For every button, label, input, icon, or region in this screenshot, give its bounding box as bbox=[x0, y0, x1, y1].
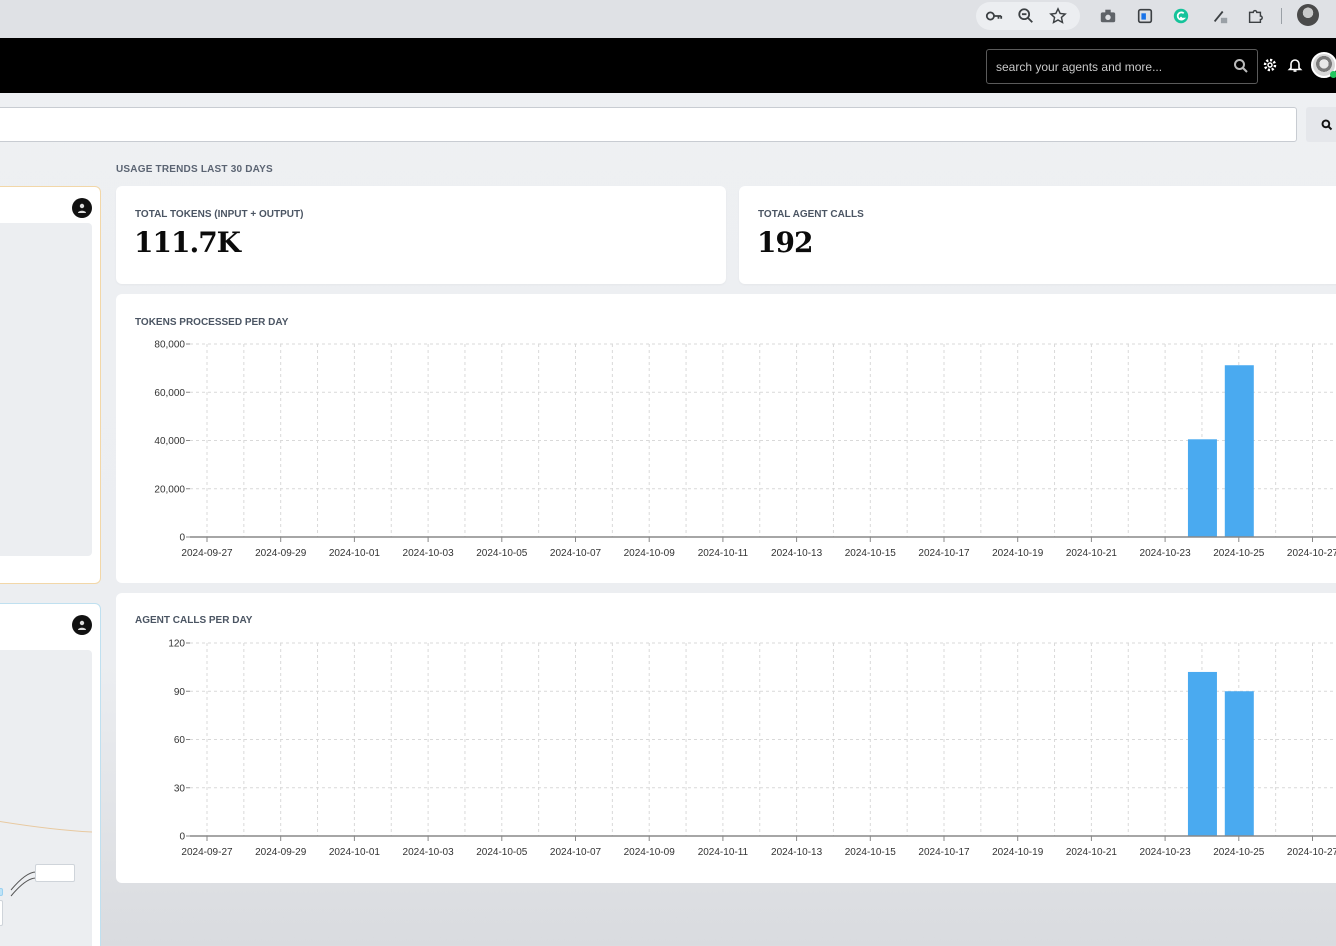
search-icon[interactable] bbox=[1233, 58, 1249, 74]
y-tick-label: 90 bbox=[174, 687, 186, 698]
agent-avatar-icon bbox=[72, 615, 92, 635]
x-tick-label: 2024-10-01 bbox=[329, 847, 381, 858]
agent-flow-preview bbox=[0, 650, 92, 946]
main-search-input[interactable] bbox=[0, 108, 1296, 141]
browser-toolbar bbox=[0, 0, 1336, 38]
y-tick-label: 60 bbox=[174, 735, 186, 746]
x-tick-label: 2024-10-15 bbox=[845, 847, 897, 858]
x-tick-label: 2024-09-29 bbox=[255, 548, 307, 559]
x-tick-label: 2024-10-13 bbox=[771, 548, 823, 559]
y-tick-label: 120 bbox=[168, 639, 185, 650]
flow-node bbox=[0, 888, 3, 896]
y-tick-label: 40,000 bbox=[154, 436, 185, 447]
calls-chart-card: AGENT CALLS PER DAY 0 30 60 90 120 2024-09-27… bbox=[116, 593, 1336, 883]
bar[interactable] bbox=[1224, 365, 1254, 537]
zoom-icon[interactable] bbox=[1016, 7, 1036, 25]
x-tick-label: 2024-10-25 bbox=[1213, 548, 1265, 559]
x-tick-label: 2024-10-03 bbox=[403, 548, 455, 559]
agent-card[interactable] bbox=[0, 603, 101, 946]
y-tick-label: 80,000 bbox=[154, 340, 185, 351]
y-tick-label: 0 bbox=[179, 533, 185, 544]
x-tick-label: 2024-10-21 bbox=[1066, 847, 1118, 858]
x-tick-label: 2024-10-11 bbox=[698, 847, 749, 858]
gear-icon[interactable] bbox=[1262, 57, 1278, 73]
main-search-bar[interactable] bbox=[0, 107, 1297, 142]
x-tick-label: 2024-10-15 bbox=[845, 548, 897, 559]
total-tokens-value: 111.7K bbox=[134, 226, 241, 259]
flow-connectors bbox=[0, 820, 92, 897]
app-header bbox=[0, 38, 1336, 93]
pen-icon[interactable] bbox=[1210, 7, 1230, 25]
agent-preview bbox=[0, 223, 92, 556]
calls-bar-chart: 0 30 60 90 120 2024-09-27 2024-09-29 2024-10-01… bbox=[168, 639, 1336, 858]
header-search-input[interactable] bbox=[996, 59, 1226, 74]
total-tokens-label: TOTAL TOKENS (INPUT + OUTPUT) bbox=[135, 209, 304, 220]
x-tick-label: 2024-10-13 bbox=[771, 847, 823, 858]
flow-node bbox=[0, 900, 3, 926]
total-tokens-card: TOTAL TOKENS (INPUT + OUTPUT) 111.7K bbox=[116, 186, 726, 284]
tokens-chart-card: TOKENS PROCESSED PER DAY 0 20,000 40,000 60… bbox=[116, 294, 1336, 583]
x-tick-label: 2024-10-19 bbox=[992, 548, 1044, 559]
total-calls-label: TOTAL AGENT CALLS bbox=[758, 209, 864, 220]
y-tick-label: 0 bbox=[179, 832, 185, 843]
x-tick-label: 2024-10-03 bbox=[403, 847, 455, 858]
tokens-bar-chart: 0 20,000 40,000 60,000 80,000 2024-09-27 2024-… bbox=[154, 340, 1336, 559]
online-status-dot bbox=[1330, 71, 1336, 78]
main-search-button[interactable] bbox=[1306, 107, 1336, 142]
extension-icon[interactable] bbox=[1135, 7, 1155, 25]
x-tick-label: 2024-10-21 bbox=[1066, 548, 1118, 559]
x-tick-label: 2024-10-07 bbox=[550, 847, 602, 858]
x-tick-label: 2024-10-09 bbox=[624, 548, 676, 559]
x-tick-label: 2024-10-19 bbox=[992, 847, 1044, 858]
camera-icon[interactable] bbox=[1098, 7, 1118, 25]
x-tick-label: 2024-10-25 bbox=[1213, 847, 1265, 858]
x-tick-label: 2024-10-11 bbox=[698, 548, 749, 559]
x-tick-label: 2024-10-17 bbox=[918, 847, 970, 858]
toolbar-divider bbox=[1281, 8, 1282, 24]
x-tick-label: 2024-10-01 bbox=[329, 548, 381, 559]
flow-node bbox=[35, 864, 75, 882]
grammarly-icon[interactable] bbox=[1171, 7, 1191, 25]
puzzle-icon[interactable] bbox=[1245, 7, 1265, 25]
x-tick-label: 2024-10-09 bbox=[624, 847, 676, 858]
y-tick-label: 20,000 bbox=[154, 484, 185, 495]
x-tick-label: 2024-10-27 bbox=[1287, 548, 1336, 559]
agent-avatar-icon bbox=[72, 198, 92, 218]
x-tick-label: 2024-09-27 bbox=[181, 847, 233, 858]
bar[interactable] bbox=[1187, 671, 1217, 836]
bell-icon[interactable] bbox=[1287, 57, 1303, 73]
x-tick-label: 2024-10-17 bbox=[918, 548, 970, 559]
x-tick-label: 2024-10-27 bbox=[1287, 847, 1336, 858]
x-tick-label: 2024-10-23 bbox=[1140, 847, 1192, 858]
bar[interactable] bbox=[1224, 691, 1254, 836]
browser-profile-avatar[interactable] bbox=[1297, 4, 1319, 26]
star-icon[interactable] bbox=[1048, 7, 1068, 25]
key-icon[interactable] bbox=[984, 7, 1004, 25]
x-tick-label: 2024-10-05 bbox=[476, 548, 528, 559]
y-tick-label: 30 bbox=[174, 783, 186, 794]
x-tick-label: 2024-10-07 bbox=[550, 548, 602, 559]
y-tick-label: 60,000 bbox=[154, 388, 185, 399]
total-calls-card: TOTAL AGENT CALLS 192 bbox=[739, 186, 1336, 284]
header-search[interactable] bbox=[986, 49, 1258, 84]
x-tick-label: 2024-09-27 bbox=[181, 548, 233, 559]
bar[interactable] bbox=[1187, 439, 1217, 537]
agent-card[interactable] bbox=[0, 186, 101, 584]
total-calls-value: 192 bbox=[757, 226, 813, 259]
usage-section-title: USAGE TRENDS LAST 30 DAYS bbox=[116, 164, 273, 175]
x-tick-label: 2024-09-29 bbox=[255, 847, 307, 858]
x-tick-label: 2024-10-05 bbox=[476, 847, 528, 858]
x-tick-label: 2024-10-23 bbox=[1140, 548, 1192, 559]
search-icon bbox=[1321, 119, 1333, 130]
